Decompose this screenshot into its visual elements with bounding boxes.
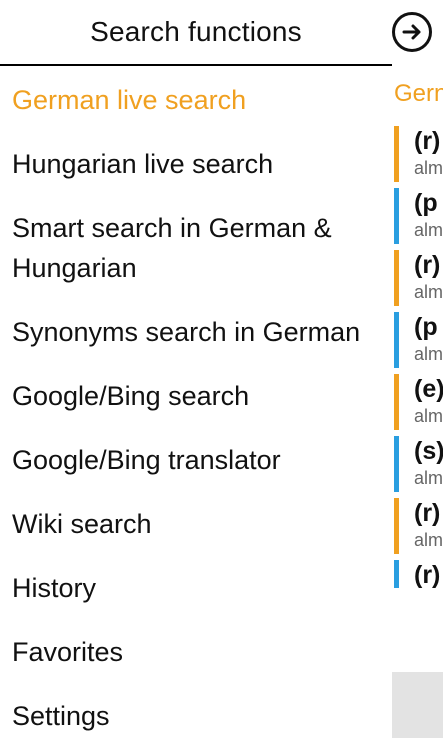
result-color-bar [394, 312, 399, 368]
drawer-title: Search functions [90, 16, 302, 47]
menu-item-hungarian-live-search[interactable]: Hungarian live search [0, 132, 392, 196]
bottom-panel [392, 672, 443, 738]
result-sub: alm [414, 406, 443, 426]
menu-item-smart-search-line2: Hungarian [12, 253, 137, 283]
result-sub: alm [414, 220, 443, 240]
menu-item-wiki-search[interactable]: Wiki search [0, 492, 392, 556]
list-item[interactable]: (r) alm [392, 498, 443, 560]
list-item[interactable]: (r) [392, 560, 443, 622]
search-functions-menu: German live search Hungarian live search… [0, 68, 392, 738]
result-head: (p [414, 313, 438, 341]
app-page: Search functions German live search Hung… [0, 0, 443, 738]
search-functions-drawer: Search functions German live search Hung… [0, 0, 392, 738]
result-head: (r) [414, 499, 441, 527]
menu-item-history[interactable]: History [0, 556, 392, 620]
result-sub: alm [414, 468, 443, 488]
result-color-bar [394, 250, 399, 306]
result-color-bar [394, 560, 399, 588]
result-sub: alm [414, 344, 443, 364]
list-item[interactable]: (e) alm [392, 374, 443, 436]
result-sub: alm [414, 158, 443, 178]
menu-item-google-bing-translator[interactable]: Google/Bing translator [0, 428, 392, 492]
menu-item-settings[interactable]: Settings [0, 684, 392, 738]
result-head: (r) [414, 251, 441, 279]
menu-item-synonyms-search[interactable]: Synonyms search in German [0, 300, 392, 364]
drawer-header: Search functions [0, 0, 392, 66]
result-head: (e) [414, 375, 443, 403]
result-sub: alm [414, 282, 443, 302]
list-item[interactable]: (r) alm [392, 250, 443, 312]
arrow-right-circle-icon [401, 21, 423, 43]
menu-item-smart-search[interactable]: Smart search in German & Hungarian [0, 196, 392, 300]
result-color-bar [394, 374, 399, 430]
result-color-bar [394, 498, 399, 554]
menu-item-smart-search-line1: Smart search in German & [12, 213, 332, 243]
results-list: (r) alm (p alm (r) alm (p alm (e) alm (s… [392, 126, 443, 622]
list-item[interactable]: (p alm [392, 188, 443, 250]
result-color-bar [394, 126, 399, 182]
result-color-bar [394, 436, 399, 492]
menu-item-german-live-search[interactable]: German live search [0, 68, 392, 132]
main-content-peek: Gern (r) alm (p alm (r) alm (p alm (e) a… [392, 0, 443, 738]
list-item[interactable]: (p alm [392, 312, 443, 374]
menu-item-favorites[interactable]: Favorites [0, 620, 392, 684]
forward-button[interactable] [392, 12, 432, 52]
result-head: (r) [414, 561, 441, 589]
menu-item-google-bing-search[interactable]: Google/Bing search [0, 364, 392, 428]
section-title: Gern [394, 80, 443, 107]
list-item[interactable]: (r) alm [392, 126, 443, 188]
result-head: (r) [414, 127, 441, 155]
result-sub: alm [414, 530, 443, 550]
result-head: (s) [414, 437, 443, 465]
result-color-bar [394, 188, 399, 244]
result-head: (p [414, 189, 438, 217]
list-item[interactable]: (s) alm [392, 436, 443, 498]
